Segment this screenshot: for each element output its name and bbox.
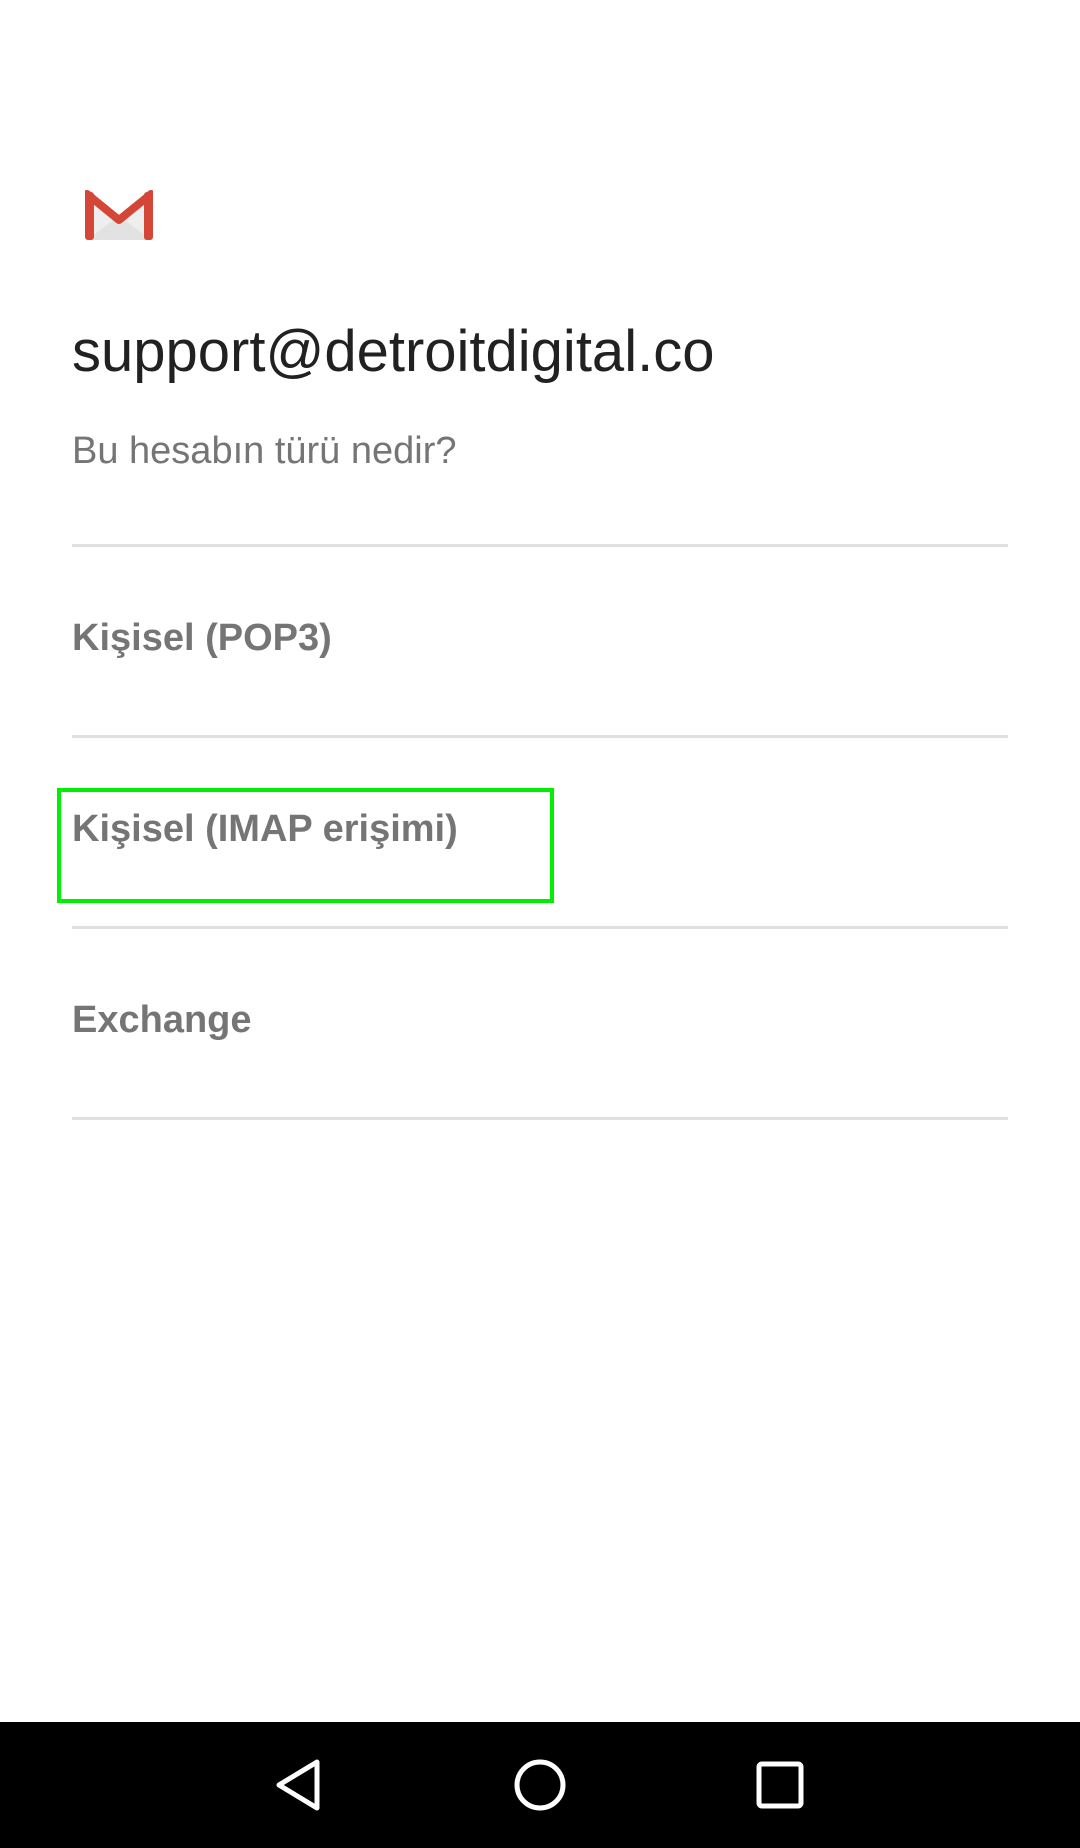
navigation-bar <box>0 1722 1080 1848</box>
account-email-title: support@detroitdigital.co <box>72 319 715 384</box>
back-icon[interactable] <box>265 1750 335 1820</box>
divider <box>72 1117 1008 1120</box>
option-exchange[interactable]: Exchange <box>72 929 1008 1117</box>
option-pop3-label: Kişisel (POP3) <box>72 617 332 659</box>
option-pop3[interactable]: Kişisel (POP3) <box>72 547 1008 735</box>
home-icon[interactable] <box>505 1750 575 1820</box>
gmail-logo-icon <box>83 190 155 242</box>
recents-icon[interactable] <box>745 1750 815 1820</box>
account-type-question: Bu hesabın türü nedir? <box>72 430 457 472</box>
account-type-screen: support@detroitdigital.co Bu hesabın tür… <box>0 0 1080 1848</box>
option-exchange-label: Exchange <box>72 999 252 1041</box>
highlight-box <box>57 788 554 903</box>
